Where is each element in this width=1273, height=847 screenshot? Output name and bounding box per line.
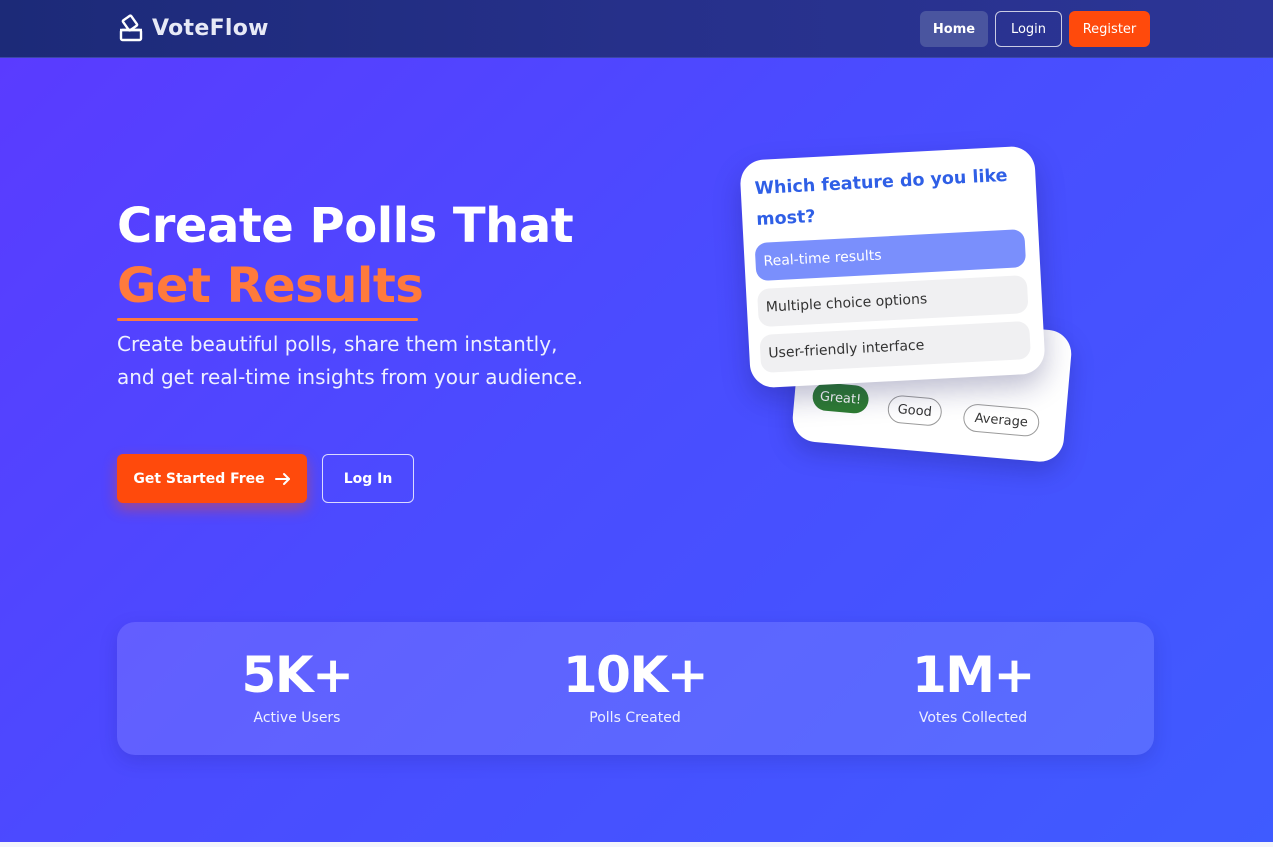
stat-polls-created: 10K+ Polls Created xyxy=(515,646,755,726)
login-button[interactable]: Log In xyxy=(322,454,414,503)
poll-preview-card: Which feature do you like most? Real-tim… xyxy=(739,145,1046,389)
ballot-box-icon xyxy=(119,14,143,42)
stat-active-users: 5K+ Active Users xyxy=(177,646,417,726)
hero-section: Create Polls That Get Results Create bea… xyxy=(0,58,1273,842)
stat-label: Votes Collected xyxy=(918,710,1028,726)
nav-home-button[interactable]: Home xyxy=(920,11,988,47)
nav-login-button[interactable]: Login xyxy=(995,11,1062,47)
hero-subtitle: Create beautiful polls, share them insta… xyxy=(117,332,584,389)
stat-value: 10K+ xyxy=(562,646,709,704)
hero-highlight: Get Results xyxy=(117,258,424,314)
get-started-button[interactable]: Get Started Free xyxy=(117,454,307,503)
stats-panel: 5K+ Active Users 10K+ Polls Created 1M+ … xyxy=(117,622,1154,755)
brand-logo[interactable]: VoteFlow xyxy=(118,14,269,42)
poll-question: Which feature do you like most? xyxy=(754,165,1008,231)
poll-option[interactable]: User-friendly interface xyxy=(759,320,1031,374)
arrow-right-icon xyxy=(274,472,290,485)
stat-label: Polls Created xyxy=(589,710,681,726)
poll-option[interactable]: Real-time results xyxy=(754,229,1027,282)
poll-option[interactable]: Multiple choice options xyxy=(756,274,1029,328)
stat-value: 1M+ xyxy=(912,646,1035,704)
top-navbar: VoteFlow Home Login Register xyxy=(0,0,1273,58)
stat-votes-collected: 1M+ Votes Collected xyxy=(853,646,1093,726)
stat-label: Active Users xyxy=(253,710,341,726)
stat-value: 5K+ xyxy=(241,646,354,704)
hero-title: Create Polls That xyxy=(117,198,574,254)
brand-name: VoteFlow xyxy=(152,15,269,41)
rating-chip-average[interactable]: Average xyxy=(962,402,1041,438)
rating-chip-great[interactable]: Great! xyxy=(811,381,870,415)
highlight-underline xyxy=(117,318,418,321)
page-bottom-edge xyxy=(0,842,1273,847)
nav-register-button[interactable]: Register xyxy=(1069,11,1150,47)
get-started-label: Get Started Free xyxy=(133,470,265,487)
rating-chip-good[interactable]: Good xyxy=(886,394,943,427)
